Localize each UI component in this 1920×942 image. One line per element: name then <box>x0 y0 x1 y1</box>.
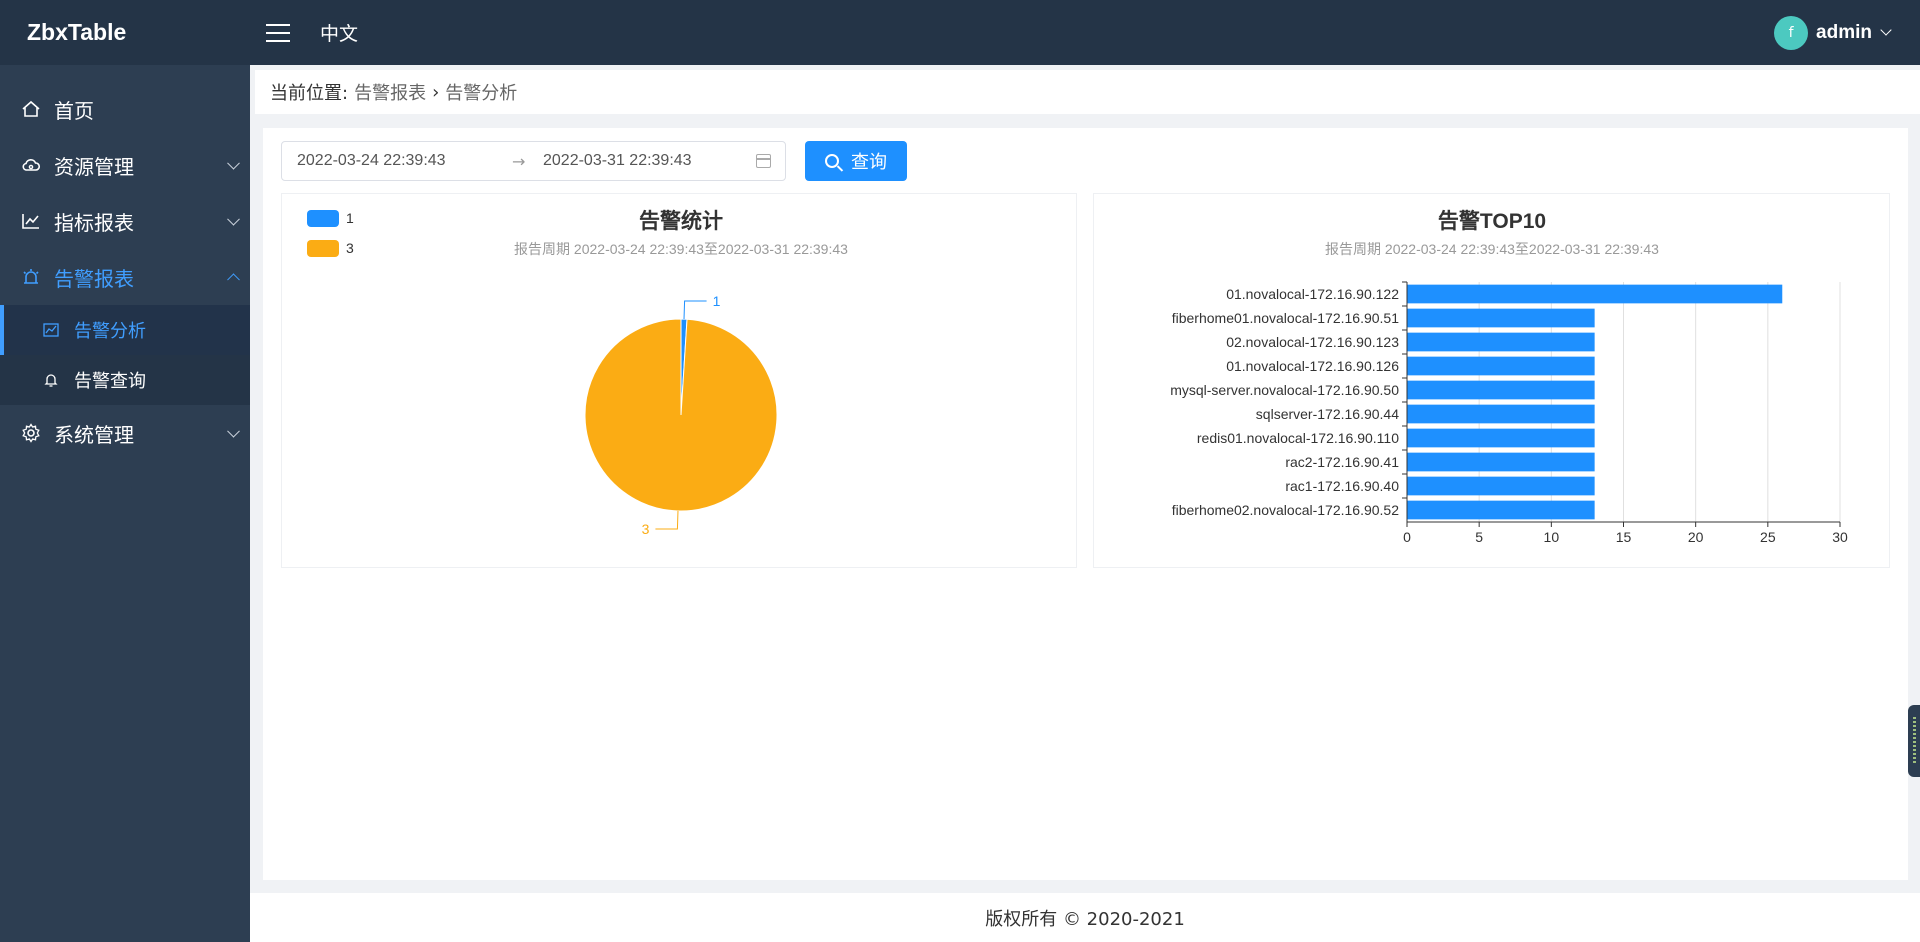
cloud-icon <box>20 154 42 176</box>
y-tick-label: 02.novalocal-172.16.90.123 <box>1226 334 1399 350</box>
bar[interactable] <box>1407 500 1595 520</box>
home-icon <box>20 98 42 120</box>
breadcrumb: 当前位置: 告警报表 › 告警分析 <box>255 70 1920 114</box>
pie-label-line <box>655 510 679 530</box>
bar[interactable] <box>1407 452 1595 472</box>
chevron-up-icon <box>227 273 240 287</box>
bar[interactable] <box>1407 308 1595 328</box>
sidebar-item-home[interactable]: 首页 <box>0 81 250 137</box>
chart-subtitle: 报告周期 2022-03-24 22:39:43至2022-03-31 22:3… <box>1325 241 1659 257</box>
x-tick-label: 25 <box>1760 529 1776 545</box>
alarm-stats-chart: 告警统计 报告周期 2022-03-24 22:39:43至2022-03-31… <box>307 209 848 537</box>
alarm-stats-card: 告警统计 报告周期 2022-03-24 22:39:43至2022-03-31… <box>281 193 1077 568</box>
sidebar-item-metrics[interactable]: 指标报表 <box>0 193 250 249</box>
chart-title: 告警TOP10 <box>1438 209 1546 233</box>
bar[interactable] <box>1407 380 1595 400</box>
y-tick-label: rac1-172.16.90.40 <box>1285 478 1399 494</box>
top-header: 中文 f admin <box>250 0 1920 65</box>
y-tick-label: fiberhome01.novalocal-172.16.90.51 <box>1172 310 1399 326</box>
chevron-down-icon <box>1880 24 1892 36</box>
pie-slice[interactable] <box>584 318 778 512</box>
language-switch[interactable]: 中文 <box>320 19 358 46</box>
y-tick-label: redis01.novalocal-172.16.90.110 <box>1197 430 1399 446</box>
alarm-top10-chart: 告警TOP10 报告周期 2022-03-24 22:39:43至2022-03… <box>1170 209 1848 545</box>
bar[interactable] <box>1407 404 1595 424</box>
chevron-down-icon <box>227 156 240 170</box>
bar[interactable] <box>1407 356 1595 376</box>
pie-label: 1 <box>713 293 721 309</box>
chart-title: 告警统计 <box>639 209 723 233</box>
filter-toolbar: 2022-03-24 22:39:43 → 2022-03-31 22:39:4… <box>281 141 907 181</box>
alarm-top10-card: 告警TOP10 报告周期 2022-03-24 22:39:43至2022-03… <box>1093 193 1890 568</box>
sidebar-item-label: 首页 <box>54 98 94 123</box>
area-chart-icon <box>42 321 60 339</box>
side-drag-handle[interactable] <box>1908 705 1920 777</box>
sidebar-item-label: 告警分析 <box>74 321 146 342</box>
search-icon <box>825 154 839 168</box>
y-tick-label: rac2-172.16.90.41 <box>1285 454 1399 470</box>
y-tick-label: sqlserver-172.16.90.44 <box>1256 406 1399 422</box>
sidebar-menu: 首页 资源管理 指标报表 告警报表 告警分析 告警查询 系统管理 <box>0 65 250 461</box>
chevron-down-icon <box>227 212 240 226</box>
chart-subtitle: 报告周期 2022-03-24 22:39:43至2022-03-31 22:3… <box>514 241 848 257</box>
legend-swatch[interactable] <box>307 240 339 257</box>
sidebar-item-alarm-analysis[interactable]: 告警分析 <box>0 305 250 355</box>
alarm-icon <box>20 266 42 288</box>
end-date-input[interactable]: 2022-03-31 22:39:43 <box>543 152 692 170</box>
date-range-picker[interactable]: 2022-03-24 22:39:43 → 2022-03-31 22:39:4… <box>281 141 786 181</box>
legend-label: 1 <box>346 210 354 226</box>
sidebar-item-alarm-query[interactable]: 告警查询 <box>0 355 250 405</box>
breadcrumb-item: 告警分析 <box>445 83 518 104</box>
x-tick-label: 15 <box>1616 529 1632 545</box>
x-tick-label: 10 <box>1544 529 1560 545</box>
x-tick-label: 30 <box>1832 529 1848 545</box>
app-logo: ZbxTable <box>0 0 250 65</box>
sidebar-item-label: 指标报表 <box>54 210 134 235</box>
alarm-submenu: 告警分析 告警查询 <box>0 305 250 405</box>
x-tick-label: 0 <box>1403 529 1411 545</box>
sidebar-item-system[interactable]: 系统管理 <box>0 405 250 461</box>
avatar: f <box>1774 15 1809 50</box>
sidebar-item-label: 告警报表 <box>54 266 134 291</box>
sidebar: ZbxTable 首页 资源管理 指标报表 告警报表 告警分析 告警查询 系统管… <box>0 0 250 942</box>
breadcrumb-separator: › <box>432 81 440 103</box>
x-tick-label: 20 <box>1688 529 1704 545</box>
y-tick-label: 01.novalocal-172.16.90.122 <box>1226 286 1399 302</box>
query-button-label: 查询 <box>851 152 887 173</box>
query-button[interactable]: 查询 <box>805 141 907 181</box>
legend-swatch[interactable] <box>307 210 339 227</box>
range-arrow-icon: → <box>512 151 526 171</box>
y-tick-label: mysql-server.novalocal-172.16.90.50 <box>1170 382 1399 398</box>
sidebar-item-label: 系统管理 <box>54 422 134 447</box>
sidebar-item-label: 告警查询 <box>74 371 146 392</box>
pie-label: 3 <box>642 521 650 537</box>
user-menu[interactable]: f admin <box>1774 0 1892 65</box>
start-date-input[interactable]: 2022-03-24 22:39:43 <box>297 152 446 170</box>
gear-icon <box>20 422 42 444</box>
bar[interactable] <box>1407 284 1783 304</box>
sidebar-item-resources[interactable]: 资源管理 <box>0 137 250 193</box>
sidebar-item-alarm-reports[interactable]: 告警报表 <box>0 249 250 305</box>
bar[interactable] <box>1407 428 1595 448</box>
footer: 版权所有 © 2020-2021 <box>250 893 1920 942</box>
menu-toggle-icon[interactable] <box>266 23 290 42</box>
line-chart-icon <box>20 210 42 232</box>
y-tick-label: 01.novalocal-172.16.90.126 <box>1226 358 1399 374</box>
sidebar-item-label: 资源管理 <box>54 154 134 179</box>
x-tick-label: 5 <box>1475 529 1483 545</box>
main-panel: 2022-03-24 22:39:43 → 2022-03-31 22:39:4… <box>263 128 1908 880</box>
bar[interactable] <box>1407 332 1595 352</box>
bell-icon <box>42 371 60 389</box>
breadcrumb-prefix: 当前位置: <box>270 83 349 104</box>
chevron-down-icon <box>227 424 240 438</box>
y-tick-label: fiberhome02.novalocal-172.16.90.52 <box>1172 502 1399 518</box>
pie-label-line <box>683 300 707 320</box>
bar[interactable] <box>1407 476 1595 496</box>
breadcrumb-item[interactable]: 告警报表 <box>354 79 426 105</box>
calendar-icon[interactable] <box>756 154 771 168</box>
legend-label: 3 <box>346 240 354 256</box>
username: admin <box>1816 21 1872 43</box>
